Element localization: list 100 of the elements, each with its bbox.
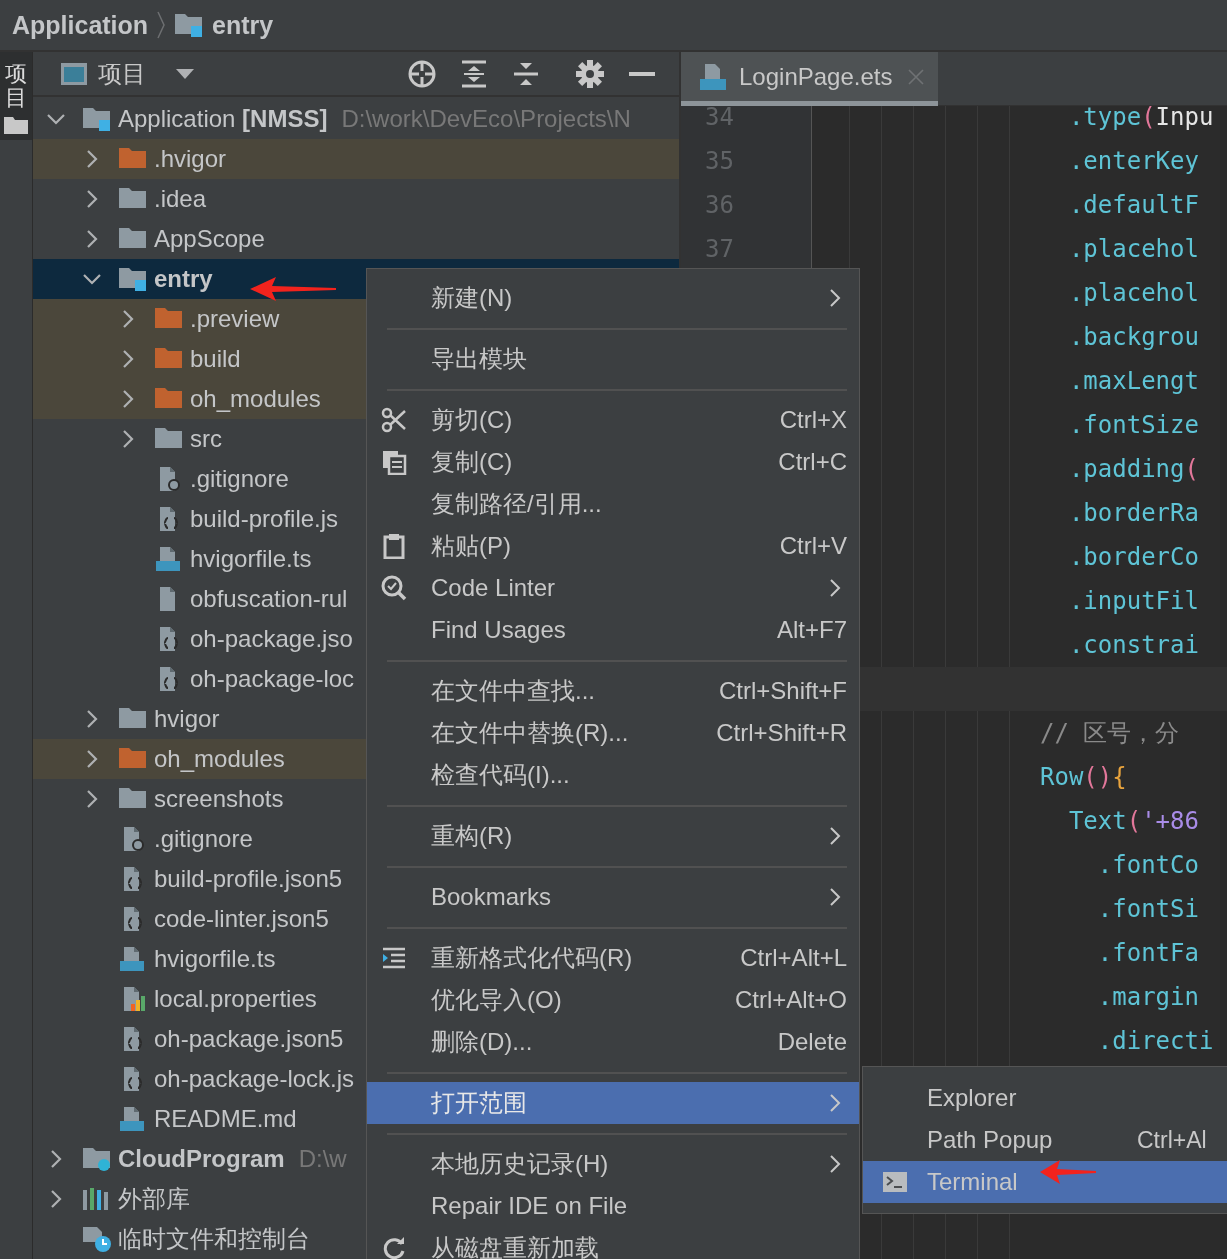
tree-label: .gitignore [190, 465, 289, 493]
linter-icon [381, 575, 407, 601]
shortcut-hint: Ctrl+V [779, 532, 847, 560]
menu-item[interactable]: 在文件中查找... Ctrl+Shift+F [367, 670, 859, 712]
module-folder-icon [174, 12, 205, 38]
menu-item[interactable]: 优化导入(O) Ctrl+Alt+O [367, 979, 859, 1021]
tab-label: 项目 [5, 62, 27, 111]
code-line: .type(Inpu [1067, 106, 1214, 131]
code-line: .maxLengt [1067, 367, 1199, 395]
tree-label: screenshots [154, 785, 284, 813]
settings-icon[interactable] [575, 58, 605, 89]
tree-label: Application [NMSS] [118, 105, 328, 133]
terminal-icon [883, 1172, 907, 1192]
shortcut-hint: Ctrl+Alt+L [740, 944, 847, 972]
code-line: Row(){ [1040, 763, 1127, 791]
tree-label: .hvigor [154, 145, 227, 173]
shortcut-hint: Ctrl+Shift+F [718, 677, 847, 705]
code-line: .constrai [1067, 631, 1199, 659]
menu-item[interactable]: Code Linter [367, 567, 859, 609]
breadcrumb-item[interactable]: Application [12, 10, 149, 40]
shortcut-hint: Ctrl+X [779, 406, 847, 434]
tree-label: oh-package-lock.js [154, 1065, 355, 1093]
menu-item[interactable]: Find Usages Alt+F7 [367, 609, 859, 651]
menu-item[interactable]: 从磁盘重新加载 [367, 1227, 859, 1259]
shortcut-hint: Ctrl+C [778, 448, 847, 476]
menu-item[interactable]: 本地历史记录(H) [367, 1143, 859, 1185]
menu-item[interactable]: 打开范围 [367, 1082, 859, 1124]
code-line: .placehol [1067, 235, 1199, 263]
shortcut-hint: Ctrl+Alt+O [734, 986, 847, 1014]
cloud-folder-icon [82, 1146, 112, 1172]
tree-row[interactable]: Application [NMSS] D:\work\DevEco\Projects\N [33, 99, 679, 139]
tree-row[interactable]: AppScope [33, 219, 679, 259]
annotation-arrow [1040, 1160, 1096, 1184]
tree-label: oh_modules [190, 385, 321, 413]
code-line: .placehol [1067, 279, 1199, 307]
module-folder-icon [82, 106, 112, 132]
menu-item[interactable]: 复制路径/引用... [367, 483, 859, 525]
path-hint: D:\w [298, 1145, 347, 1173]
tree-label: hvigor [154, 705, 220, 733]
code-line: .enterKey [1067, 147, 1199, 175]
copy-icon [381, 449, 407, 475]
dropdown-caret-icon[interactable] [176, 68, 194, 79]
path-hint: D:\work\DevEco\Projects\N [341, 105, 631, 133]
code-line: .padding( [1067, 455, 1199, 483]
tree-row[interactable]: .idea [33, 179, 679, 219]
panel-title[interactable]: 项目 [98, 57, 146, 90]
tree-label: oh-package.jso [190, 625, 353, 653]
chevron-separator-icon [156, 10, 167, 40]
tree-label: code-linter.json5 [154, 905, 329, 933]
expand-all-icon[interactable] [459, 58, 489, 89]
locate-icon[interactable] [407, 58, 437, 89]
tree-label: .gitignore [154, 825, 253, 853]
code-line: .fontFa [1096, 939, 1199, 967]
menu-item[interactable]: Repair IDE on File [367, 1185, 859, 1227]
reformat-icon [381, 945, 407, 971]
tree-label: src [190, 425, 222, 453]
code-line: .directi [1096, 1027, 1214, 1055]
shortcut-hint: Delete [777, 1028, 847, 1056]
code-line: .borderCo [1067, 543, 1199, 571]
menu-item[interactable]: Bookmarks [367, 876, 859, 918]
code-line: .fontCo [1096, 851, 1199, 879]
tree-label: .preview [190, 305, 280, 333]
tree-label: hvigorfile.ts [190, 545, 312, 573]
tree-label: CloudProgram [118, 1145, 285, 1173]
tree-label: build-profile.json5 [154, 865, 343, 893]
tree-label: 外部库 [118, 1184, 190, 1214]
code-line: .defaultF [1067, 191, 1199, 219]
tree-row[interactable]: .hvigor [33, 139, 679, 179]
menu-item[interactable]: Explorer [863, 1077, 1227, 1119]
project-view-icon [60, 61, 88, 86]
tree-label: entry [154, 265, 213, 293]
shortcut-hint: Alt+F7 [776, 616, 847, 644]
reload-icon [381, 1235, 407, 1259]
code-line: .inputFil [1067, 587, 1199, 615]
menu-item[interactable]: Path Popup Ctrl+Al [863, 1119, 1227, 1161]
tree-label: oh-package-loc [190, 665, 355, 693]
scratch-file-icon [82, 1226, 112, 1252]
tree-label: 临时文件和控制台 [118, 1224, 310, 1254]
folder-icon [4, 116, 28, 135]
code-line: .backgrou [1067, 323, 1199, 351]
editor-tab[interactable]: LoginPage.ets [681, 52, 939, 106]
scissors-icon [381, 407, 407, 433]
menu-item[interactable]: 复制(C) Ctrl+C [367, 441, 859, 483]
menu-item[interactable]: 粘贴(P) Ctrl+V [367, 525, 859, 567]
module-folder-icon [118, 266, 148, 292]
menu-item[interactable]: 重新格式化代码(R) Ctrl+Alt+L [367, 937, 859, 979]
menu-item[interactable]: 重构(R) [367, 815, 859, 857]
code-line: .margin [1096, 983, 1199, 1011]
tree-label: README.md [154, 1105, 297, 1133]
tree-label: hvigorfile.ts [154, 945, 276, 973]
tree-label: oh-package.json5 [154, 1025, 344, 1053]
code-line: // 区号，分 [1040, 719, 1180, 747]
breadcrumb-item[interactable]: entry [212, 10, 274, 40]
shortcut-hint: Ctrl+Al [1137, 1126, 1207, 1154]
code-line: Text('+86 [1067, 807, 1199, 835]
tree-label: local.properties [154, 985, 317, 1013]
code-line: .fontSize [1067, 411, 1199, 439]
tree-label: AppScope [154, 225, 265, 253]
project-tool-tab[interactable]: 项目 [0, 52, 32, 141]
menu-item[interactable]: 删除(D)... Delete [367, 1021, 859, 1063]
